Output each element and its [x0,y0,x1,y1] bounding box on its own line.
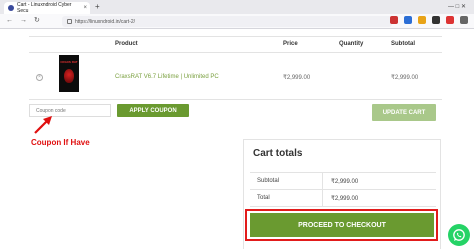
header-divider [29,52,442,53]
forward-button[interactable]: → [20,16,27,26]
totals-divider [250,189,436,190]
update-cart-button[interactable]: UPDATE CART [372,104,436,121]
back-button[interactable]: ← [6,16,13,26]
window-controls[interactable]: — □ ✕ [448,3,466,10]
extension-toolbar [390,16,468,24]
tab-close-icon[interactable]: × [83,5,87,11]
tab-title: Cart - Linuxndroid Cyber Secu [17,2,72,14]
totals-column-divider [322,173,323,206]
url-text: https://linuxndroid.in/cart-2/ [75,18,136,25]
column-header-product: Product [115,41,138,47]
subtotal-value: ₹2,999.00 [331,179,359,185]
address-bar[interactable]: https://linuxndroid.in/cart-2/ [62,16,392,27]
subtotal-label: Subtotal [257,178,280,184]
totals-divider [250,172,436,173]
whatsapp-icon [453,229,465,241]
coupon-annotation: Coupon If Have [31,138,90,147]
new-tab-button[interactable]: + [95,2,100,12]
total-value: ₹2,999.00 [331,196,359,202]
remove-item-button[interactable]: × [36,74,43,81]
devil-logo-icon [64,69,74,83]
annotation-arrow-icon [34,116,52,134]
totals-divider [250,206,436,207]
site-favicon-icon [8,5,14,11]
cart-table: Product Price Quantity Subtotal × CRAXS … [29,36,442,100]
menu-icon[interactable] [460,16,468,24]
whatsapp-button[interactable] [448,224,470,246]
browser-nav-bar: ← → ↻ https://linuxndroid.in/cart-2/ [0,14,474,29]
apply-coupon-button[interactable]: APPLY COUPON [117,104,189,117]
browser-tab-bar: Cart - Linuxndroid Cyber Secu × + — □ ✕ [0,0,474,14]
extension-icon[interactable] [390,16,398,24]
extension-icon[interactable] [418,16,426,24]
product-price: ₹2,999.00 [283,75,311,81]
product-name-link[interactable]: CraxsRAT V6.7 Lifetime | Unlimited PC [115,74,219,80]
cart-totals-title: Cart totals [253,148,303,159]
product-thumbnail[interactable]: CRAXS RAT [59,55,79,92]
extension-icon[interactable] [404,16,412,24]
total-label: Total [257,195,270,201]
column-header-price: Price [283,41,298,47]
lock-icon [67,19,72,24]
column-header-quantity: Quantity [339,41,364,47]
proceed-to-checkout-button[interactable]: PROCEED TO CHECKOUT [250,213,434,237]
browser-tab[interactable]: Cart - Linuxndroid Cyber Secu × [4,2,90,14]
extension-icon[interactable] [446,16,454,24]
extension-icon[interactable] [432,16,440,24]
reload-button[interactable]: ↻ [34,16,40,26]
column-header-subtotal: Subtotal [391,41,415,47]
thumbnail-title: CRAXS RAT [60,60,78,64]
product-subtotal: ₹2,999.00 [391,75,419,81]
